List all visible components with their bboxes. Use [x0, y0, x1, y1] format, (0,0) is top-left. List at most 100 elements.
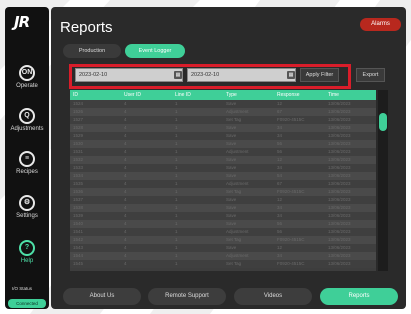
- cell-time: 13/06/2023: [328, 101, 351, 106]
- table-row[interactable]: 1530 4 1 Save 56 13/06/2023: [70, 140, 376, 148]
- cell-time: 13/06/2023: [328, 141, 351, 146]
- cell-response: 12: [277, 197, 283, 202]
- main-panel: Reports Alarms Production Event Logger 2…: [51, 7, 406, 309]
- cell-type: Adjustment: [226, 181, 249, 186]
- cell-time: 13/06/2023: [328, 253, 351, 258]
- cell-response: 56: [277, 141, 283, 146]
- cell-type: Save: [226, 133, 237, 138]
- cell-id: 1530: [73, 141, 84, 146]
- remote-support-button[interactable]: Remote Support: [148, 288, 226, 305]
- io-status-badge: Connected: [8, 299, 46, 308]
- sidebar-item-operate[interactable]: ON Operate: [7, 65, 47, 89]
- column-header-line-id: Line ID: [175, 92, 191, 98]
- table-row[interactable]: 1536 4 1 Set Tag F0920-4515C 13/06/2023: [70, 188, 376, 196]
- cell-type: Adjustment: [226, 253, 249, 258]
- app-window: JR ON Operate Q Adjustments ≡ Recipes ⚙ …: [0, 0, 411, 314]
- scrollbar-thumb[interactable]: [379, 113, 387, 131]
- cell-id: 1524: [73, 101, 84, 106]
- calendar-icon[interactable]: ▦: [287, 71, 295, 79]
- gear-icon: ⚙: [19, 195, 35, 211]
- cell-type: Save: [226, 221, 237, 226]
- table-row[interactable]: 1543 4 1 Save 12 13/06/2023: [70, 244, 376, 252]
- table-row[interactable]: 1544 4 1 Adjustment 34 13/06/2023: [70, 252, 376, 260]
- table-row[interactable]: 1538 4 1 Save 34 13/06/2023: [70, 204, 376, 212]
- cell-line-id: 1: [175, 197, 178, 202]
- cell-line-id: 1: [175, 229, 178, 234]
- cell-id: 1537: [73, 197, 84, 202]
- table-row[interactable]: 1535 4 1 Adjustment 67 13/06/2023: [70, 180, 376, 188]
- start-date-field[interactable]: 2023-02-10 ▦: [75, 68, 183, 82]
- cell-type: Set Tag: [226, 189, 242, 194]
- cell-time: 13/06/2023: [328, 197, 351, 202]
- cell-id: 1536: [73, 189, 84, 194]
- table-row[interactable]: 1524 4 1 Save 12 13/06/2023: [70, 100, 376, 108]
- cell-user-id: 4: [124, 157, 127, 162]
- cell-time: 13/06/2023: [328, 133, 351, 138]
- cell-response: F0920-4515C: [277, 117, 305, 122]
- cell-time: 13/06/2023: [328, 245, 351, 250]
- cell-response: 67: [277, 109, 283, 114]
- cell-user-id: 4: [124, 261, 127, 266]
- cell-line-id: 1: [175, 149, 178, 154]
- cell-user-id: 4: [124, 125, 127, 130]
- cell-response: 56: [277, 229, 283, 234]
- end-date-field[interactable]: 2023-02-10 ▦: [187, 68, 296, 82]
- cell-line-id: 1: [175, 237, 178, 242]
- sidebar-item-settings[interactable]: ⚙ Settings: [7, 195, 47, 219]
- cell-time: 13/06/2023: [328, 149, 351, 154]
- table-row[interactable]: 1541 4 1 Adjustment 56 13/06/2023: [70, 228, 376, 236]
- table-row[interactable]: 1534 4 1 Save 54 13/06/2023: [70, 172, 376, 180]
- table-row[interactable]: 1526 4 1 Adjustment 67 13/06/2023: [70, 108, 376, 116]
- cell-id: 1545: [73, 261, 84, 266]
- table-row[interactable]: 1539 4 1 Save 34 13/06/2023: [70, 212, 376, 220]
- sidebar-item-recipes[interactable]: ≡ Recipes: [7, 151, 47, 175]
- table-row[interactable]: 1533 4 1 Save 34 13/06/2023: [70, 164, 376, 172]
- table-row[interactable]: 1528 4 1 Save 34 13/06/2023: [70, 124, 376, 132]
- table-row[interactable]: 1532 4 1 Save 12 13/06/2023: [70, 156, 376, 164]
- cell-line-id: 1: [175, 245, 178, 250]
- column-header-time: Time: [328, 92, 339, 98]
- alarms-button[interactable]: Alarms: [360, 18, 401, 31]
- sidebar-item-label: Help: [20, 258, 34, 264]
- cell-user-id: 4: [124, 109, 127, 114]
- table-row[interactable]: 1529 4 1 Save 34 13/06/2023: [70, 132, 376, 140]
- cell-time: 13/06/2023: [328, 221, 351, 226]
- cell-time: 13/06/2023: [328, 125, 351, 130]
- table-row[interactable]: 1542 4 1 Set Tag F0920-4515C 13/06/2023: [70, 236, 376, 244]
- table-row[interactable]: 1531 4 1 Adjustment 56 13/06/2023: [70, 148, 376, 156]
- table-scrollbar[interactable]: [378, 90, 388, 271]
- tab-event-logger[interactable]: Event Logger: [125, 44, 185, 58]
- cell-id: 1531: [73, 149, 84, 154]
- table-row[interactable]: 1540 4 1 Save 56 13/06/2023: [70, 220, 376, 228]
- table-row[interactable]: 1537 4 1 Save 12 13/06/2023: [70, 196, 376, 204]
- calendar-icon[interactable]: ▦: [174, 71, 182, 79]
- table-row[interactable]: 1545 4 1 Set Tag F0920-4515C 13/06/2023: [70, 260, 376, 268]
- cell-line-id: 1: [175, 189, 178, 194]
- cell-response: F0920-4515C: [277, 189, 305, 194]
- tab-production[interactable]: Production: [63, 44, 121, 58]
- cell-type: Save: [226, 157, 237, 162]
- cell-line-id: 1: [175, 173, 178, 178]
- cell-user-id: 4: [124, 149, 127, 154]
- cell-response: 12: [277, 157, 283, 162]
- videos-button[interactable]: Videos: [234, 288, 312, 305]
- apply-filter-button[interactable]: Apply Filter: [300, 68, 339, 82]
- sidebar-item-adjustments[interactable]: Q Adjustments: [7, 108, 47, 132]
- cell-user-id: 4: [124, 213, 127, 218]
- cell-id: 1534: [73, 173, 84, 178]
- export-button[interactable]: Export: [356, 68, 385, 82]
- cell-type: Set Tag: [226, 237, 242, 242]
- cell-id: 1538: [73, 205, 84, 210]
- cell-user-id: 4: [124, 117, 127, 122]
- reports-button[interactable]: Reports: [320, 288, 398, 305]
- about-us-button[interactable]: About Us: [63, 288, 141, 305]
- cell-response: F0920-4515C: [277, 237, 305, 242]
- cell-type: Save: [226, 245, 237, 250]
- cell-type: Set Tag: [226, 261, 242, 266]
- cell-response: 67: [277, 181, 283, 186]
- table-row[interactable]: 1527 4 1 Set Tag F0920-4515C 13/06/2023: [70, 116, 376, 124]
- cell-id: 1526: [73, 109, 84, 114]
- sidebar-item-help[interactable]: ? Help: [7, 240, 47, 264]
- cell-user-id: 4: [124, 181, 127, 186]
- cell-line-id: 1: [175, 261, 178, 266]
